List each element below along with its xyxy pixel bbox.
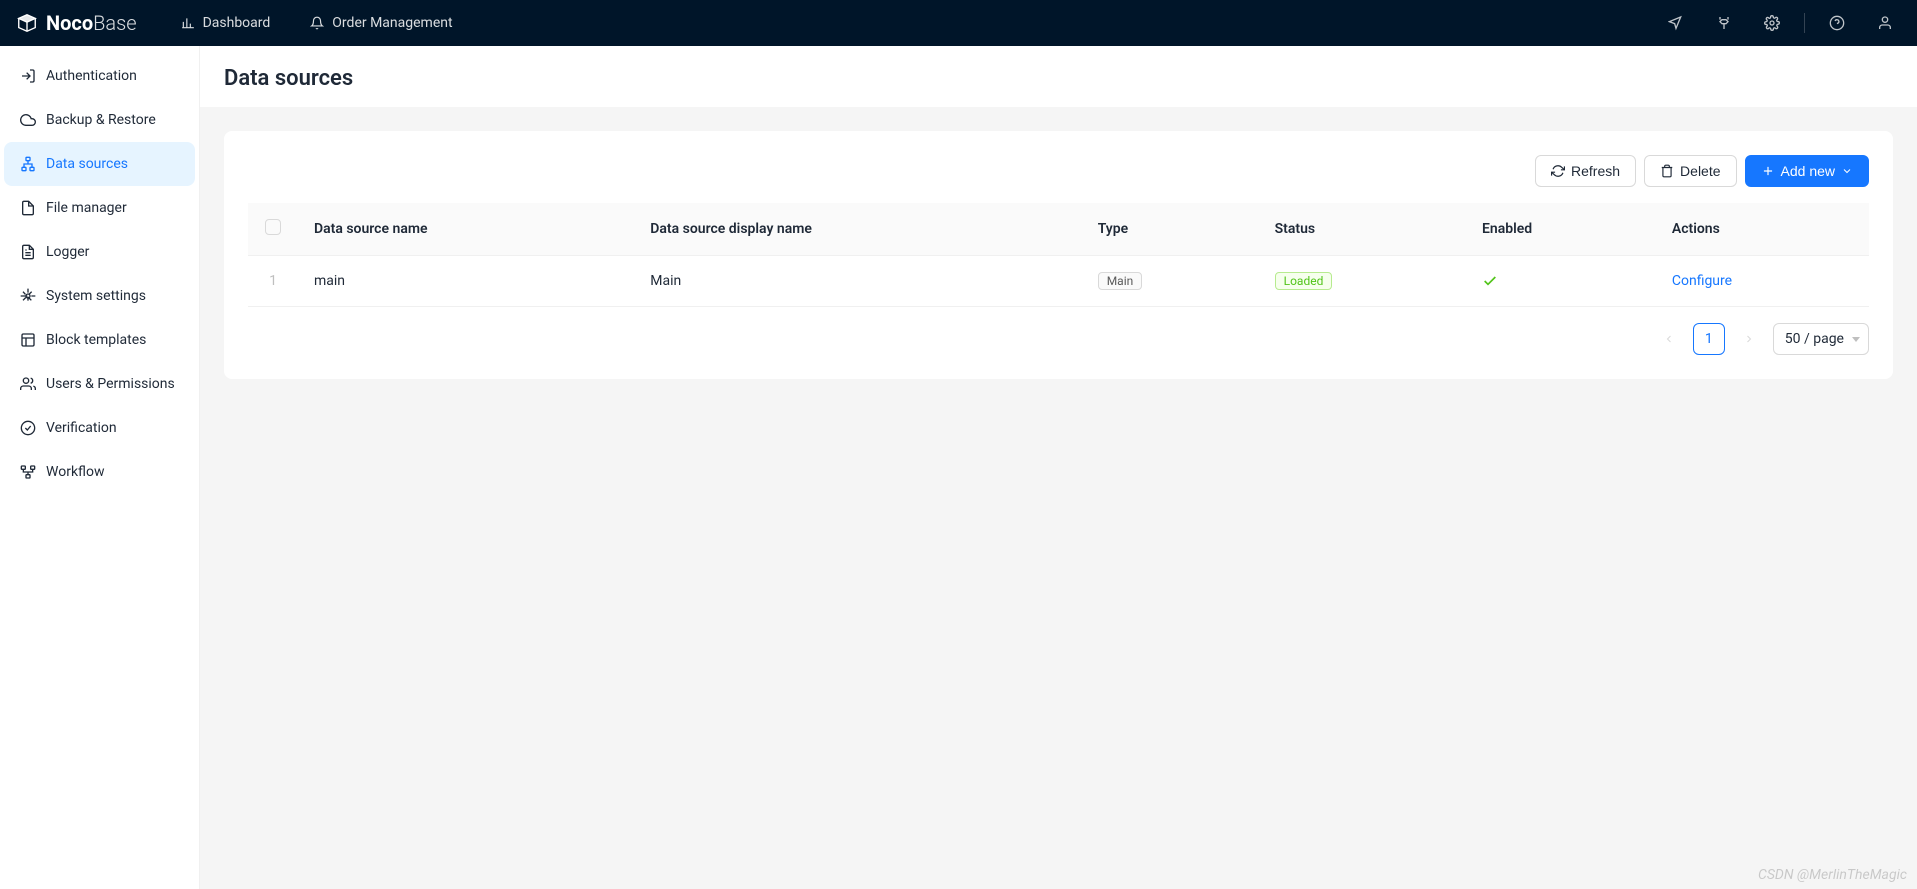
- col-type: Type: [1082, 203, 1259, 256]
- top-nav: Dashboard Order Management: [165, 0, 469, 46]
- configure-link[interactable]: Configure: [1672, 273, 1732, 289]
- team-icon: [20, 376, 36, 392]
- main-content: Data sources Refresh Delete Add new: [200, 46, 1917, 889]
- check-icon: [1482, 273, 1640, 289]
- cell-actions: Configure: [1656, 256, 1869, 307]
- row-index: 1: [248, 256, 298, 307]
- type-tag: Main: [1098, 272, 1143, 290]
- plugin-icon: [1716, 15, 1732, 31]
- table-header-row: Data source name Data source display nam…: [248, 203, 1869, 256]
- help-button[interactable]: [1817, 0, 1857, 46]
- setting-icon: [20, 288, 36, 304]
- logo-icon: [16, 12, 38, 34]
- cloud-icon: [20, 112, 36, 128]
- highlight-icon: [1668, 15, 1684, 31]
- toolbar: Refresh Delete Add new: [248, 155, 1869, 187]
- plus-icon: [1761, 164, 1775, 178]
- user-icon: [1877, 15, 1893, 31]
- sidebar-item-label: System settings: [46, 288, 146, 304]
- chevron-down-icon: [1841, 165, 1853, 177]
- data-sources-card: Refresh Delete Add new: [224, 131, 1893, 379]
- login-icon: [20, 68, 36, 84]
- sidebar-item-label: Data sources: [46, 156, 128, 172]
- page-number-button[interactable]: 1: [1693, 323, 1725, 355]
- pagination: 1 50 / page: [248, 323, 1869, 355]
- bell-icon: [310, 16, 324, 30]
- col-status: Status: [1259, 203, 1466, 256]
- sidebar-item-workflow[interactable]: Workflow: [4, 450, 195, 494]
- file-text-icon: [20, 244, 36, 260]
- app-header: NocoBase Dashboard Order Management: [0, 0, 1917, 46]
- col-actions: Actions: [1656, 203, 1869, 256]
- header-actions: [1656, 0, 1905, 46]
- sidebar-item-label: Users & Permissions: [46, 376, 175, 392]
- data-sources-table: Data source name Data source display nam…: [248, 203, 1869, 307]
- page-size-select[interactable]: 50 / page: [1773, 323, 1869, 355]
- cluster-icon: [20, 156, 36, 172]
- user-menu-button[interactable]: [1865, 0, 1905, 46]
- partition-icon: [20, 464, 36, 480]
- status-tag: Loaded: [1275, 272, 1333, 290]
- divider: [1804, 13, 1805, 33]
- sidebar-item-block-templates[interactable]: Block templates: [4, 318, 195, 362]
- help-icon: [1829, 15, 1845, 31]
- sidebar-item-authentication[interactable]: Authentication: [4, 54, 195, 98]
- reload-icon: [1551, 164, 1565, 178]
- sidebar-item-label: Workflow: [46, 464, 105, 480]
- sidebar-item-backup[interactable]: Backup & Restore: [4, 98, 195, 142]
- sidebar-item-label: Backup & Restore: [46, 112, 156, 128]
- delete-button[interactable]: Delete: [1644, 155, 1736, 187]
- sidebar-item-label: File manager: [46, 200, 127, 216]
- cell-display: Main: [634, 256, 1081, 307]
- sidebar-item-label: Authentication: [46, 68, 137, 84]
- check-circle-icon: [20, 420, 36, 436]
- cell-status: Loaded: [1259, 256, 1466, 307]
- sidebar-item-verification[interactable]: Verification: [4, 406, 195, 450]
- col-name: Data source name: [298, 203, 634, 256]
- sidebar: Authentication Backup & Restore Data sou…: [0, 46, 200, 889]
- brand-logo[interactable]: NocoBase: [12, 11, 141, 35]
- sidebar-item-label: Verification: [46, 420, 117, 436]
- col-enabled: Enabled: [1466, 203, 1656, 256]
- nav-item-orders[interactable]: Order Management: [294, 0, 468, 46]
- sidebar-item-file-manager[interactable]: File manager: [4, 186, 195, 230]
- prev-page-button[interactable]: [1653, 323, 1685, 355]
- sidebar-item-label: Block templates: [46, 332, 146, 348]
- sidebar-item-logger[interactable]: Logger: [4, 230, 195, 274]
- nav-item-dashboard[interactable]: Dashboard: [165, 0, 287, 46]
- col-display: Data source display name: [634, 203, 1081, 256]
- sidebar-item-system-settings[interactable]: System settings: [4, 274, 195, 318]
- sidebar-item-data-sources[interactable]: Data sources: [4, 142, 195, 186]
- add-new-button[interactable]: Add new: [1745, 155, 1869, 187]
- sidebar-item-users-permissions[interactable]: Users & Permissions: [4, 362, 195, 406]
- sidebar-item-label: Logger: [46, 244, 89, 260]
- bar-chart-icon: [181, 16, 195, 30]
- chevron-left-icon: [1663, 333, 1675, 345]
- plugin-button[interactable]: [1704, 0, 1744, 46]
- chevron-right-icon: [1743, 333, 1755, 345]
- refresh-button[interactable]: Refresh: [1535, 155, 1636, 187]
- cell-type: Main: [1082, 256, 1259, 307]
- nav-item-label: Dashboard: [203, 15, 271, 31]
- trash-icon: [1660, 164, 1674, 178]
- select-all-checkbox[interactable]: [265, 219, 281, 235]
- cell-enabled: [1466, 256, 1656, 307]
- settings-button[interactable]: [1752, 0, 1792, 46]
- design-mode-button[interactable]: [1656, 0, 1696, 46]
- logo-text: NocoBase: [46, 11, 137, 35]
- next-page-button[interactable]: [1733, 323, 1765, 355]
- nav-item-label: Order Management: [332, 15, 452, 31]
- table-row: 1 main Main Main Loaded Configure: [248, 256, 1869, 307]
- gear-icon: [1764, 15, 1780, 31]
- file-icon: [20, 200, 36, 216]
- cell-name: main: [298, 256, 634, 307]
- layout-icon: [20, 332, 36, 348]
- page-title: Data sources: [200, 46, 1917, 107]
